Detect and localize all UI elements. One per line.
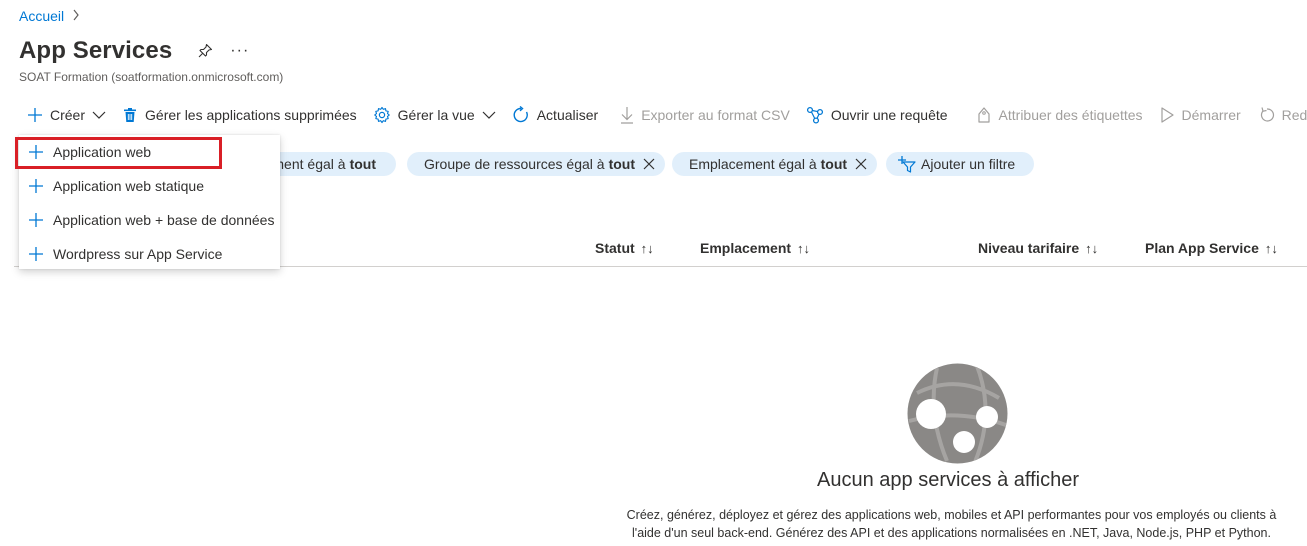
sort-icon: ↑↓ bbox=[797, 240, 811, 256]
app-service-globe-icon bbox=[907, 363, 1008, 464]
empty-state-line: Créez, générez, déployez et gérez des ap… bbox=[626, 508, 1277, 522]
refresh-label: Actualiser bbox=[536, 107, 599, 123]
column-header-pricing-tier[interactable]: Niveau tarifaire ↑↓ bbox=[978, 240, 1098, 256]
chevron-down-icon bbox=[482, 111, 496, 119]
restart-button[interactable]: Red bbox=[1259, 102, 1307, 128]
pin-icon[interactable] bbox=[196, 42, 214, 60]
column-header-app-service-plan[interactable]: Plan App Service ↑↓ bbox=[1145, 240, 1278, 256]
filter-pill-label: ment égal à bbox=[272, 156, 346, 172]
start-label: Démarrer bbox=[1181, 107, 1241, 123]
filter-pill-value: tout bbox=[608, 156, 635, 172]
add-filter-button[interactable]: Ajouter un filtre bbox=[886, 152, 1035, 176]
page-header: App Services ··· bbox=[19, 37, 249, 65]
export-csv-label: Exporter au format CSV bbox=[641, 107, 790, 123]
empty-state-line: l'aide d'un seul back-end. Générez des A… bbox=[632, 526, 1271, 540]
column-location-label: Emplacement bbox=[700, 240, 792, 256]
sort-icon: ↑↓ bbox=[1085, 240, 1099, 256]
manage-view-button[interactable]: Gérer la vue bbox=[373, 102, 504, 128]
plus-icon bbox=[27, 212, 45, 228]
plus-icon bbox=[27, 246, 45, 262]
plus-icon bbox=[28, 108, 42, 122]
chevron-down-icon bbox=[92, 111, 106, 119]
menu-item-wordpress[interactable]: Wordpress sur App Service bbox=[19, 237, 280, 271]
tag-icon bbox=[977, 107, 990, 123]
column-header-status[interactable]: Statut ↑↓ bbox=[595, 240, 654, 256]
sort-icon: ↑↓ bbox=[1264, 240, 1278, 256]
column-status-label: Statut bbox=[595, 240, 635, 256]
trash-icon bbox=[124, 108, 137, 122]
filter-pill-resource-group[interactable]: Groupe de ressources égal à tout bbox=[407, 152, 665, 176]
open-query-button[interactable]: Ouvrir une requête bbox=[806, 102, 956, 128]
export-csv-button[interactable]: Exporter au format CSV bbox=[620, 102, 798, 128]
plus-icon bbox=[27, 178, 45, 194]
menu-item-web-app-database[interactable]: Application web + base de données bbox=[19, 203, 280, 237]
page-subtitle: SOAT Formation (soatformation.onmicrosof… bbox=[19, 70, 284, 84]
query-icon bbox=[806, 106, 823, 124]
create-button[interactable]: Créer bbox=[27, 102, 114, 128]
gear-icon bbox=[373, 106, 390, 124]
filter-pill-label: Emplacement égal à bbox=[689, 156, 817, 172]
assign-tags-label: Attribuer des étiquettes bbox=[998, 107, 1143, 123]
column-header-location[interactable]: Emplacement ↑↓ bbox=[700, 240, 810, 256]
column-pricing-tier-label: Niveau tarifaire bbox=[978, 240, 1080, 256]
restart-icon bbox=[1260, 107, 1274, 122]
download-icon bbox=[621, 107, 634, 124]
menu-item-label: Application web + base de données bbox=[53, 212, 275, 228]
restart-label: Red bbox=[1281, 107, 1307, 123]
sort-icon: ↑↓ bbox=[640, 240, 654, 256]
column-app-service-plan-label: Plan App Service bbox=[1145, 240, 1259, 256]
more-options-icon[interactable]: ··· bbox=[230, 42, 249, 60]
filter-pill-value: tout bbox=[820, 156, 848, 172]
empty-state-title: Aucun app services à afficher bbox=[817, 469, 1080, 491]
filter-pill-location[interactable]: Emplacement égal à tout bbox=[672, 152, 878, 176]
create-label: Créer bbox=[50, 107, 86, 123]
filter-pill-value: tout bbox=[349, 156, 376, 172]
menu-item-static-web-app[interactable]: Application web statique bbox=[19, 169, 280, 203]
breadcrumb-home-link[interactable]: Accueil bbox=[19, 8, 64, 24]
empty-state-description: Créez, générez, déployez et gérez des ap… bbox=[596, 506, 1307, 542]
close-icon[interactable] bbox=[855, 158, 867, 170]
open-query-label: Ouvrir une requête bbox=[830, 107, 948, 123]
add-filter-label: Ajouter un filtre bbox=[921, 156, 1016, 172]
menu-item-label: Wordpress sur App Service bbox=[53, 246, 223, 262]
page-title: App Services bbox=[19, 37, 173, 64]
highlight-box bbox=[15, 137, 222, 169]
refresh-button[interactable]: Actualiser bbox=[512, 102, 606, 128]
assign-tags-button[interactable]: Attribuer des étiquettes bbox=[976, 102, 1151, 128]
manage-view-label: Gérer la vue bbox=[397, 107, 475, 123]
close-icon[interactable] bbox=[643, 158, 655, 170]
refresh-icon bbox=[513, 106, 528, 123]
menu-item-label: Application web statique bbox=[53, 178, 204, 194]
filter-pill-label: Groupe de ressources égal à bbox=[424, 156, 605, 172]
breadcrumb-chevron-icon bbox=[72, 9, 80, 24]
breadcrumb: Accueil bbox=[19, 8, 80, 24]
command-bar: Créer Gérer les applications supprimées … bbox=[0, 102, 1307, 128]
play-icon bbox=[1160, 107, 1174, 123]
start-button[interactable]: Démarrer bbox=[1159, 102, 1249, 128]
manage-deleted-apps-label: Gérer les applications supprimées bbox=[145, 107, 357, 123]
add-filter-icon bbox=[898, 156, 916, 173]
manage-deleted-apps-button[interactable]: Gérer les applications supprimées bbox=[122, 102, 365, 128]
